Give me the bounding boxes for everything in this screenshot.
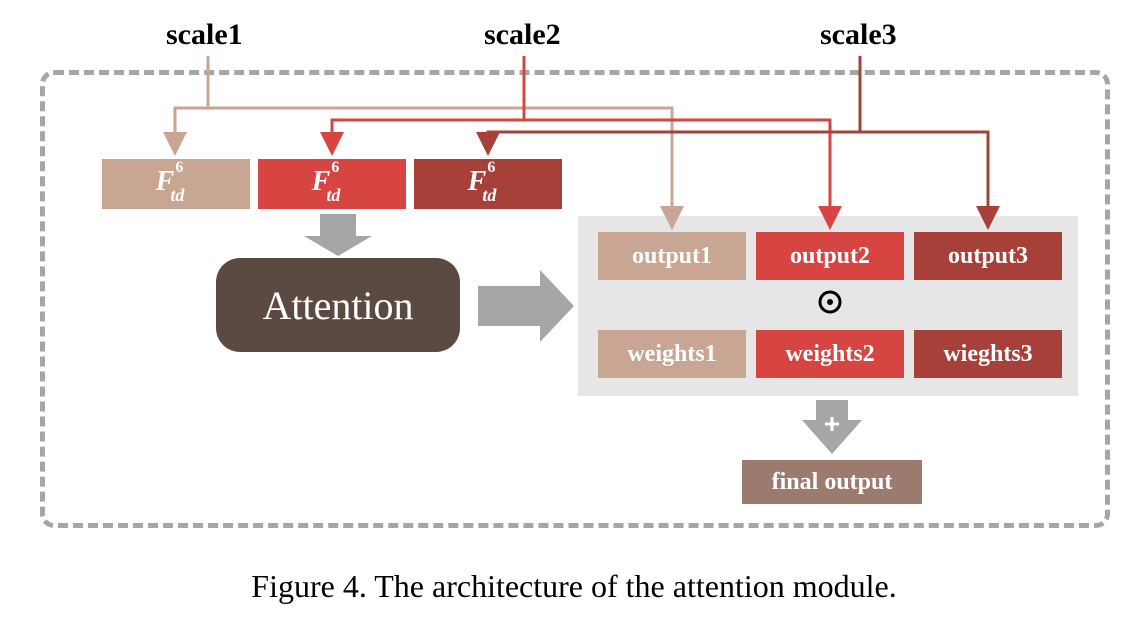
weights2-text: weights2 (785, 341, 874, 368)
weights2-box: weights2 (756, 330, 904, 378)
weights3-box: wieghts3 (914, 330, 1062, 378)
scale1-label: scale1 (166, 18, 243, 52)
ftd-box-scale1: F6td (102, 159, 250, 209)
ftd3-text: F6td (468, 166, 509, 202)
weights1-text: weights1 (627, 341, 716, 368)
diagram-canvas: scale1 scale2 scale3 F6td F6td F6td Atte… (0, 0, 1148, 625)
output3-text: output3 (948, 243, 1028, 270)
output1-text: output1 (632, 243, 712, 270)
output3-box: output3 (914, 232, 1062, 280)
ftd2-text: F6td (312, 166, 353, 202)
ftd1-text: F6td (156, 166, 197, 202)
ftd-box-scale2: F6td (258, 159, 406, 209)
weights3-text: wieghts3 (943, 341, 1032, 368)
final-output-box: final output (742, 460, 922, 504)
output2-box: output2 (756, 232, 904, 280)
ftd-box-scale3: F6td (414, 159, 562, 209)
hadamard-dot-icon (818, 290, 842, 314)
final-output-text: final output (772, 469, 893, 496)
scale3-label: scale3 (820, 18, 897, 52)
output2-text: output2 (790, 243, 870, 270)
attention-block: Attention (216, 258, 460, 352)
weights1-box: weights1 (598, 330, 746, 378)
figure-caption: Figure 4. The architecture of the attent… (0, 568, 1148, 605)
scale2-label: scale2 (484, 18, 561, 52)
attention-text: Attention (262, 282, 413, 329)
output1-box: output1 (598, 232, 746, 280)
